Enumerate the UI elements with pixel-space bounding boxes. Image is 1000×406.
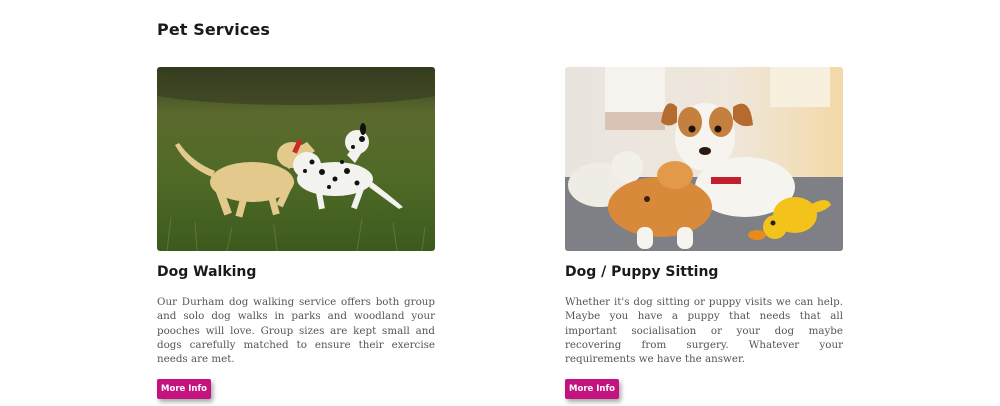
service-card-puppy-sitting: Dog / Puppy Sitting Whether it's dog sit… [565, 67, 843, 400]
card-description: Our Durham dog walking service offers bo… [157, 296, 435, 366]
dog-walking-image [157, 67, 435, 251]
more-info-button[interactable]: More Info [157, 379, 211, 400]
card-description: Whether it's dog sitting or puppy visits… [565, 296, 843, 366]
section-title: Pet Services [157, 20, 271, 39]
puppy-sitting-image [565, 67, 843, 251]
page: Pet Services Dog Walking Our Durham dog … [0, 0, 1000, 406]
more-info-button[interactable]: More Info [565, 379, 619, 400]
service-card-dog-walking: Dog Walking Our Durham dog walking servi… [157, 67, 435, 400]
card-title: Dog Walking [157, 264, 257, 280]
card-title: Dog / Puppy Sitting [565, 264, 719, 280]
